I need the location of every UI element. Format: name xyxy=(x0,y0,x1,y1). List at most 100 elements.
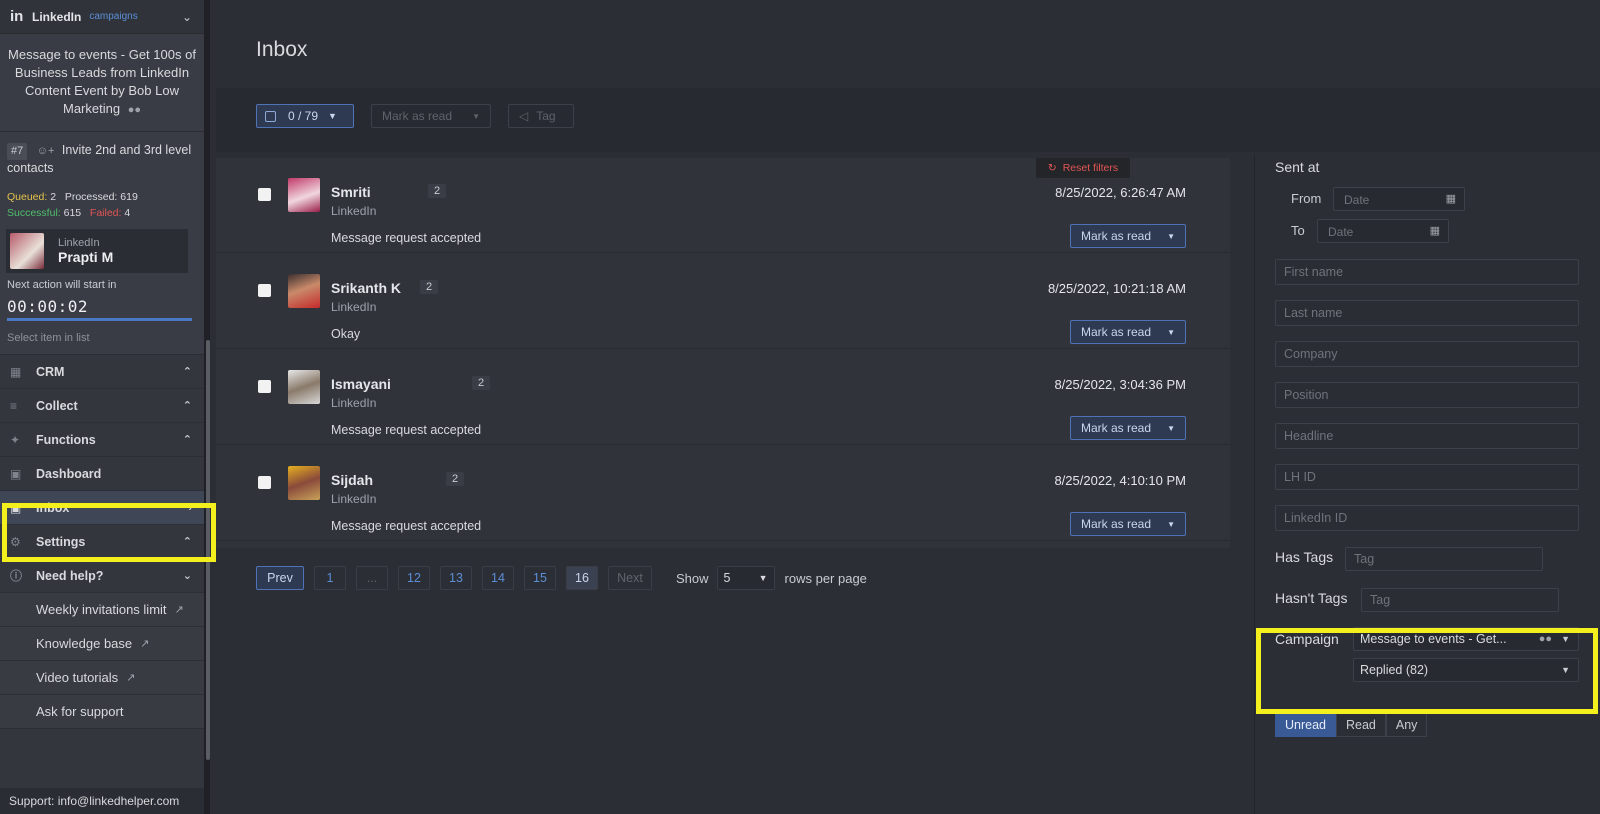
message-preview: Message request accepted xyxy=(331,231,482,245)
grid-icon: ▦ xyxy=(10,364,22,379)
message-count-badge: 2 xyxy=(446,472,465,486)
gear-icon: ⚙ xyxy=(10,534,21,549)
nav-dashboard[interactable]: ▣ Dashboard xyxy=(0,457,204,491)
filter-read-button[interactable]: Read xyxy=(1336,713,1386,737)
message-row[interactable]: Ismayani 2 LinkedIn Message request acce… xyxy=(216,350,1230,445)
page-button[interactable]: 14 xyxy=(482,566,514,590)
nav-settings[interactable]: ⚙ Settings ⌃ xyxy=(0,525,204,559)
campaign-label: Campaign xyxy=(1275,631,1339,647)
campaign-step[interactable]: #7 ☺+ Invite 2nd and 3rd level contacts xyxy=(0,132,204,181)
selection-count: 0 / 79 xyxy=(288,109,319,123)
message-row[interactable]: Sijdah 2 LinkedIn Message request accept… xyxy=(216,446,1230,541)
lh-id-input[interactable]: LH ID xyxy=(1275,464,1579,490)
select-hint: Select item in list xyxy=(0,322,204,355)
current-page-button[interactable]: 16 xyxy=(566,566,598,590)
mark-as-read-button[interactable]: Mark as read ▼ xyxy=(1070,512,1186,536)
mark-as-read-button[interactable]: Mark as read ▼ xyxy=(1070,320,1186,344)
filter-any-button[interactable]: Any xyxy=(1385,713,1428,737)
app-name: LinkedIn xyxy=(32,9,82,24)
failed-value: 4 xyxy=(124,207,131,219)
account-profile[interactable]: LinkedIn Prapti M xyxy=(6,229,188,273)
linkedin-id-input[interactable]: LinkedIn ID xyxy=(1275,505,1579,531)
first-name-input[interactable]: First name xyxy=(1275,259,1579,285)
app-window: in LinkedIn campaigns ⌄ Message to event… xyxy=(0,0,1600,814)
mark-as-read-button[interactable]: Mark as read ▼ xyxy=(1070,224,1186,248)
bulk-tag-button[interactable]: ◁ Tag xyxy=(508,104,574,128)
chevron-up-icon: ⌃ xyxy=(182,366,192,378)
profile-network: LinkedIn xyxy=(58,237,100,249)
page-button[interactable]: 15 xyxy=(524,566,556,590)
avatar xyxy=(288,370,320,404)
contact-name[interactable]: Srikanth K xyxy=(331,280,401,296)
row-checkbox[interactable] xyxy=(258,188,271,201)
position-input[interactable]: Position xyxy=(1275,382,1579,408)
caret-down-icon: ▼ xyxy=(328,111,337,121)
message-list: Smriti 2 LinkedIn Message request accept… xyxy=(216,158,1230,548)
chevron-down-icon[interactable]: ⌄ xyxy=(182,10,192,24)
queued-label: Queued: xyxy=(7,191,48,203)
contact-network: LinkedIn xyxy=(331,300,377,314)
nav-functions[interactable]: ✦ Functions ⌃ xyxy=(0,423,204,457)
prev-page-button[interactable]: Prev xyxy=(256,566,304,590)
calendar-icon[interactable]: ▦ xyxy=(1430,224,1440,237)
link-video-tutorials[interactable]: Video tutorials ↗ xyxy=(0,661,204,695)
row-checkbox[interactable] xyxy=(258,476,271,489)
has-tags-input[interactable]: Tag xyxy=(1345,547,1543,571)
link-ask-for-support[interactable]: Ask for support xyxy=(0,695,204,729)
last-name-input[interactable]: Last name xyxy=(1275,300,1579,326)
hasnt-tags-input[interactable]: Tag xyxy=(1361,588,1559,612)
sidebar-scrollbar[interactable] xyxy=(206,340,210,760)
external-link-icon: ↗ xyxy=(140,638,150,650)
headline-input[interactable]: Headline xyxy=(1275,423,1579,449)
linkedin-icon: in xyxy=(10,8,24,25)
mark-as-read-button[interactable]: Mark as read ▼ xyxy=(1070,416,1186,440)
nav-inbox[interactable]: ▣ Inbox › xyxy=(0,491,204,525)
processed-value: 619 xyxy=(120,191,138,203)
app-sub: campaigns xyxy=(89,11,138,22)
page-button[interactable]: 13 xyxy=(440,566,472,590)
company-input[interactable]: Company xyxy=(1275,341,1579,367)
rows-per-page-select[interactable]: 5 ▼ xyxy=(716,566,775,590)
select-all-checkbox[interactable] xyxy=(265,110,276,122)
to-date-input[interactable]: Date ▦ xyxy=(1317,219,1449,243)
filter-unread-button[interactable]: Unread xyxy=(1275,713,1336,737)
row-checkbox[interactable] xyxy=(258,380,271,393)
calendar-icon[interactable]: ▦ xyxy=(1446,192,1456,205)
dashboard-icon: ▣ xyxy=(10,466,22,481)
add-person-icon: ☺+ xyxy=(36,145,55,157)
link-weekly-invitations-limit[interactable]: Weekly invitations limit ↗ xyxy=(0,593,204,627)
page-button[interactable]: 12 xyxy=(398,566,430,590)
successful-value: 615 xyxy=(63,207,82,219)
group-icon: ●● xyxy=(1538,633,1552,645)
caret-down-icon: ▼ xyxy=(1167,423,1175,433)
contact-name[interactable]: Smriti xyxy=(331,184,371,200)
select-all-dropdown[interactable]: 0 / 79 ▼ xyxy=(256,104,354,128)
reset-filters-button[interactable]: ↻ Reset filters xyxy=(1036,158,1130,178)
hasnt-tags-label: Hasn't Tags xyxy=(1275,590,1348,606)
nav-collect[interactable]: ≡ Collect ⌃ xyxy=(0,389,204,423)
caret-down-icon: ▼ xyxy=(1167,519,1175,529)
page-button[interactable]: 1 xyxy=(314,566,346,590)
profile-name: Prapti M xyxy=(58,249,114,265)
campaign-switcher[interactable]: in LinkedIn campaigns ⌄ xyxy=(0,0,204,34)
link-knowledge-base[interactable]: Knowledge base ↗ xyxy=(0,627,204,661)
bulk-mark-as-read-button[interactable]: Mark as read ▼ xyxy=(371,104,491,128)
campaign-select[interactable]: Message to events - Get... ●● ▼ xyxy=(1353,627,1579,651)
message-row[interactable]: Srikanth K 2 LinkedIn Okay 8/25/2022, 10… xyxy=(216,254,1230,349)
page-ellipsis: ... xyxy=(356,566,388,590)
queued-value: 2 xyxy=(50,191,57,203)
contact-name[interactable]: Sijdah xyxy=(331,472,373,488)
contact-name[interactable]: Ismayani xyxy=(331,376,391,392)
message-date: 8/25/2022, 10:21:18 AM xyxy=(1047,281,1186,296)
message-preview: Message request accepted xyxy=(331,423,482,437)
next-page-button[interactable]: Next xyxy=(608,566,652,590)
caret-down-icon: ▼ xyxy=(1167,327,1175,337)
from-date-input[interactable]: Date ▦ xyxy=(1333,187,1465,211)
row-checkbox[interactable] xyxy=(258,284,271,297)
nav-need-help[interactable]: ⓘ Need help? ⌄ xyxy=(0,559,204,593)
timer-progress-bar xyxy=(7,318,192,321)
message-date: 8/25/2022, 6:26:47 AM xyxy=(1055,185,1186,200)
nav-crm[interactable]: ▦ CRM ⌃ xyxy=(0,355,204,389)
support-email[interactable]: Support: info@linkedhelper.com xyxy=(0,788,204,814)
campaign-status-select[interactable]: Replied (82) ▼ xyxy=(1353,658,1579,682)
